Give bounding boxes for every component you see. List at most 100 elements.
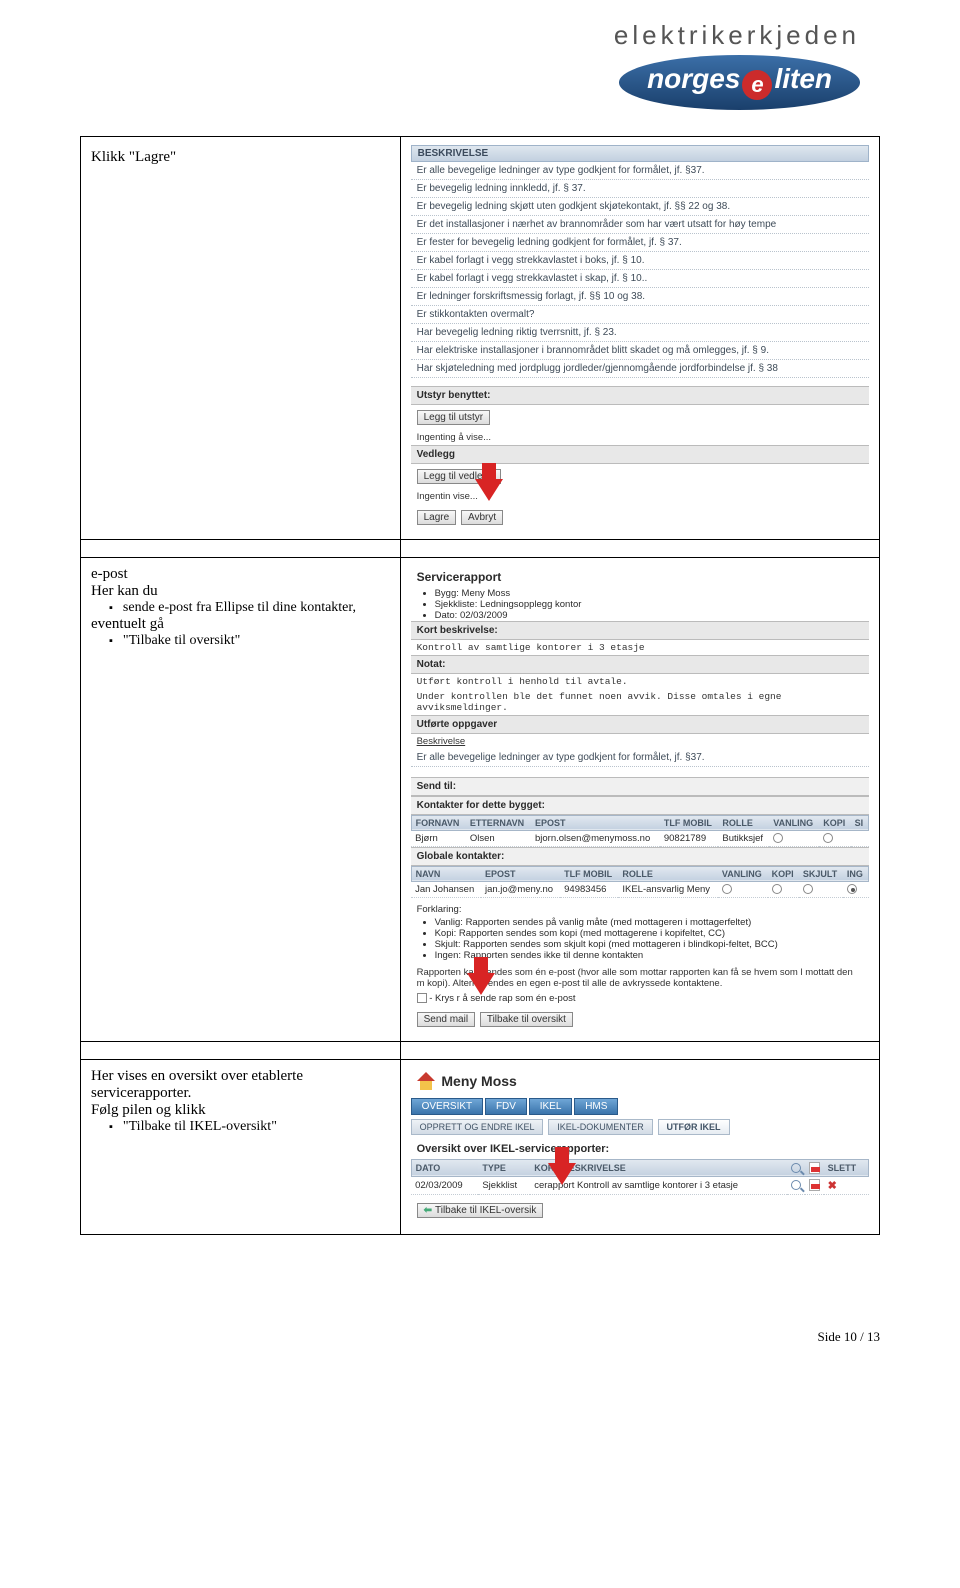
radio-skjult[interactable] (803, 884, 813, 894)
subtab-opprett[interactable]: OPPRETT OG ENDRE IKEL (411, 1119, 544, 1135)
meta-item: Bygg: Meny Moss (435, 588, 869, 599)
empty-utstyr-text: Ingenting å vise... (411, 430, 869, 445)
notat1: Utført kontroll i henhold til avtale. (411, 674, 869, 689)
list-item: Er bevegelig ledning skjøtt uten godkjen… (411, 198, 869, 216)
tab-hms[interactable]: HMS (574, 1098, 618, 1115)
cell-tlf: 90821789 (660, 830, 719, 846)
main-tabs: OVERSIKT FDV IKEL HMS (411, 1098, 869, 1115)
forklaring-label: Forklaring: (411, 898, 869, 917)
th-kopi[interactable]: KOPI (819, 815, 850, 830)
kort-text: Kontroll av samtlige kontorer i 3 etasje (411, 640, 869, 655)
send-mail-button[interactable]: Send mail (417, 1012, 475, 1027)
tab-ikel[interactable]: IKEL (529, 1098, 573, 1115)
kort-beskrivelse-header: Kort beskrivelse: (411, 621, 869, 640)
radio-ingen[interactable] (847, 884, 857, 894)
beskrivelse-subhead: Beskrivelse (411, 734, 869, 749)
th-kopi2[interactable]: KOPI (768, 866, 799, 881)
row1-right-cell: BESKRIVELSE Er alle bevegelige ledninger… (400, 136, 879, 539)
th-rolle[interactable]: ROLLE (718, 815, 769, 830)
oversikt-heading: Oversikt over IKEL-servicerapporter: (411, 1135, 869, 1159)
list-item: Er det installasjoner i nærhet av branno… (411, 216, 869, 234)
list-item: Er stikkontakten overmalt? (411, 306, 869, 324)
brand-text: elektrikerkjeden (0, 20, 860, 51)
cell-navn: Jan Johansen (411, 881, 481, 897)
th-tlf[interactable]: TLF MOBIL (660, 815, 719, 830)
th-ing[interactable]: ING (843, 866, 869, 881)
red-arrow-icon (467, 973, 495, 995)
list-item: Er ledninger forskriftsmessig forlagt, j… (411, 288, 869, 306)
th-vanling2[interactable]: VANLING (718, 866, 768, 881)
row3-text1: Her vises en oversikt over etablerte ser… (91, 1068, 390, 1102)
list-item: Har bevegelig ledning riktig tverrsnitt,… (411, 324, 869, 342)
subtab-utfor[interactable]: UTFØR IKEL (658, 1119, 730, 1135)
beskrivelse-header: BESKRIVELSE (411, 145, 869, 162)
radio-kopi[interactable] (772, 884, 782, 894)
row2-bullet2: "Tilbake til oversikt" (109, 633, 390, 649)
logo-e-icon: e (742, 70, 772, 100)
th-skjult[interactable]: SKJULT (799, 866, 843, 881)
delete-icon[interactable]: ✖ (828, 1180, 837, 1192)
list-item: Har elektriske installasjoner i brannomr… (411, 342, 869, 360)
notat2: Under kontrollen ble det funnet noen avv… (411, 689, 869, 715)
forklaring-item: Vanlig: Rapporten sendes på vanlig måte … (435, 917, 869, 928)
radio-vanling[interactable] (722, 884, 732, 894)
send-til-header: Send til: (411, 777, 869, 796)
table-row: Bjørn Olsen bjorn.olsen@menymoss.no 9082… (411, 830, 868, 846)
row2-right-cell: Servicerapport Bygg: Meny Moss Sjekklist… (400, 557, 879, 1041)
row3-right-cell: Meny Moss OVERSIKT FDV IKEL HMS OPPRETT … (400, 1059, 879, 1234)
th-navn[interactable]: NAVN (411, 866, 481, 881)
utstyr-header: Utstyr benyttet: (411, 386, 869, 405)
logo-norges: norges (647, 63, 740, 94)
radio-kopi[interactable] (823, 833, 833, 843)
avbryt-button[interactable]: Avbryt (461, 510, 503, 525)
kontakter-bygg-header: Kontakter for dette bygget: (411, 796, 869, 815)
list-item: Er kabel forlagt i vegg strekkavlastet i… (411, 270, 869, 288)
cell-tlf: 94983456 (560, 881, 618, 897)
th-dato[interactable]: DATO (411, 1159, 478, 1176)
pdf-icon (809, 1162, 820, 1174)
th-epost[interactable]: EPOST (531, 815, 660, 830)
tab-fdv[interactable]: FDV (485, 1098, 527, 1115)
radio-vanling[interactable] (773, 833, 783, 843)
tilbake-ikel-button[interactable]: ⬅Tilbake til IKEL-oversik (417, 1203, 544, 1218)
list-item: Er alle bevegelige ledninger av type god… (411, 162, 869, 180)
row3-text2: Følg pilen og klikk (91, 1102, 390, 1119)
th-epost2[interactable]: EPOST (481, 866, 560, 881)
table-row: Jan Johansen jan.jo@meny.no 94983456 IKE… (411, 881, 868, 897)
red-arrow-icon (475, 479, 503, 501)
tab-oversikt[interactable]: OVERSIKT (411, 1098, 484, 1115)
meny-moss-title: Meny Moss (441, 1073, 516, 1089)
brand-logo: norgeseliten (619, 55, 860, 110)
cell-epost: bjorn.olsen@menymoss.no (531, 830, 660, 846)
th-type[interactable]: TYPE (478, 1159, 530, 1176)
forklaring-item: Kopi: Rapporten sendes som kopi (med mot… (435, 928, 869, 939)
list-item: Har skjøteledning med jordplugg jordlede… (411, 360, 869, 378)
view-icon[interactable] (791, 1180, 801, 1190)
th-rolle2[interactable]: ROLLE (618, 866, 718, 881)
subtab-dokumenter[interactable]: IKEL-DOKUMENTER (548, 1119, 653, 1135)
besk-line: Er alle bevegelige ledninger av type god… (411, 749, 869, 767)
empty-vedlegg-text: Ingentin vise... (411, 489, 869, 504)
th-vanling[interactable]: VANLING (769, 815, 819, 830)
list-item: Er bevegelig ledning innkledd, jf. § 37. (411, 180, 869, 198)
send-as-one-checkbox[interactable] (417, 993, 427, 1003)
vedlegg-header: Vedlegg (411, 445, 869, 464)
magnify-icon (791, 1163, 801, 1173)
th-tlf2[interactable]: TLF MOBIL (560, 866, 618, 881)
house-icon (417, 1072, 435, 1090)
cell-fornavn: Bjørn (411, 830, 466, 846)
tilbake-oversikt-button[interactable]: Tilbake til oversikt (480, 1012, 573, 1027)
th-etternavn[interactable]: ETTERNAVN (466, 815, 531, 830)
th-slett[interactable]: SLETT (824, 1159, 869, 1176)
cell-dato: 02/03/2009 (411, 1176, 478, 1194)
th-si[interactable]: SI (851, 815, 869, 830)
lagre-button[interactable]: Lagre (417, 510, 457, 525)
row3-left-cell: Her vises en oversikt over etablerte ser… (81, 1059, 401, 1234)
pdf-download-icon[interactable] (809, 1179, 820, 1191)
contacts-table: FORNAVN ETTERNAVN EPOST TLF MOBIL ROLLE … (411, 815, 869, 847)
page-footer: Side 10 / 13 (0, 1315, 960, 1359)
row3-bullet: "Tilbake til IKEL-oversikt" (109, 1119, 390, 1135)
th-fornavn[interactable]: FORNAVN (411, 815, 466, 830)
globale-header: Globale kontakter: (411, 847, 869, 866)
legg-til-utstyr-button[interactable]: Legg til utstyr (417, 410, 490, 425)
